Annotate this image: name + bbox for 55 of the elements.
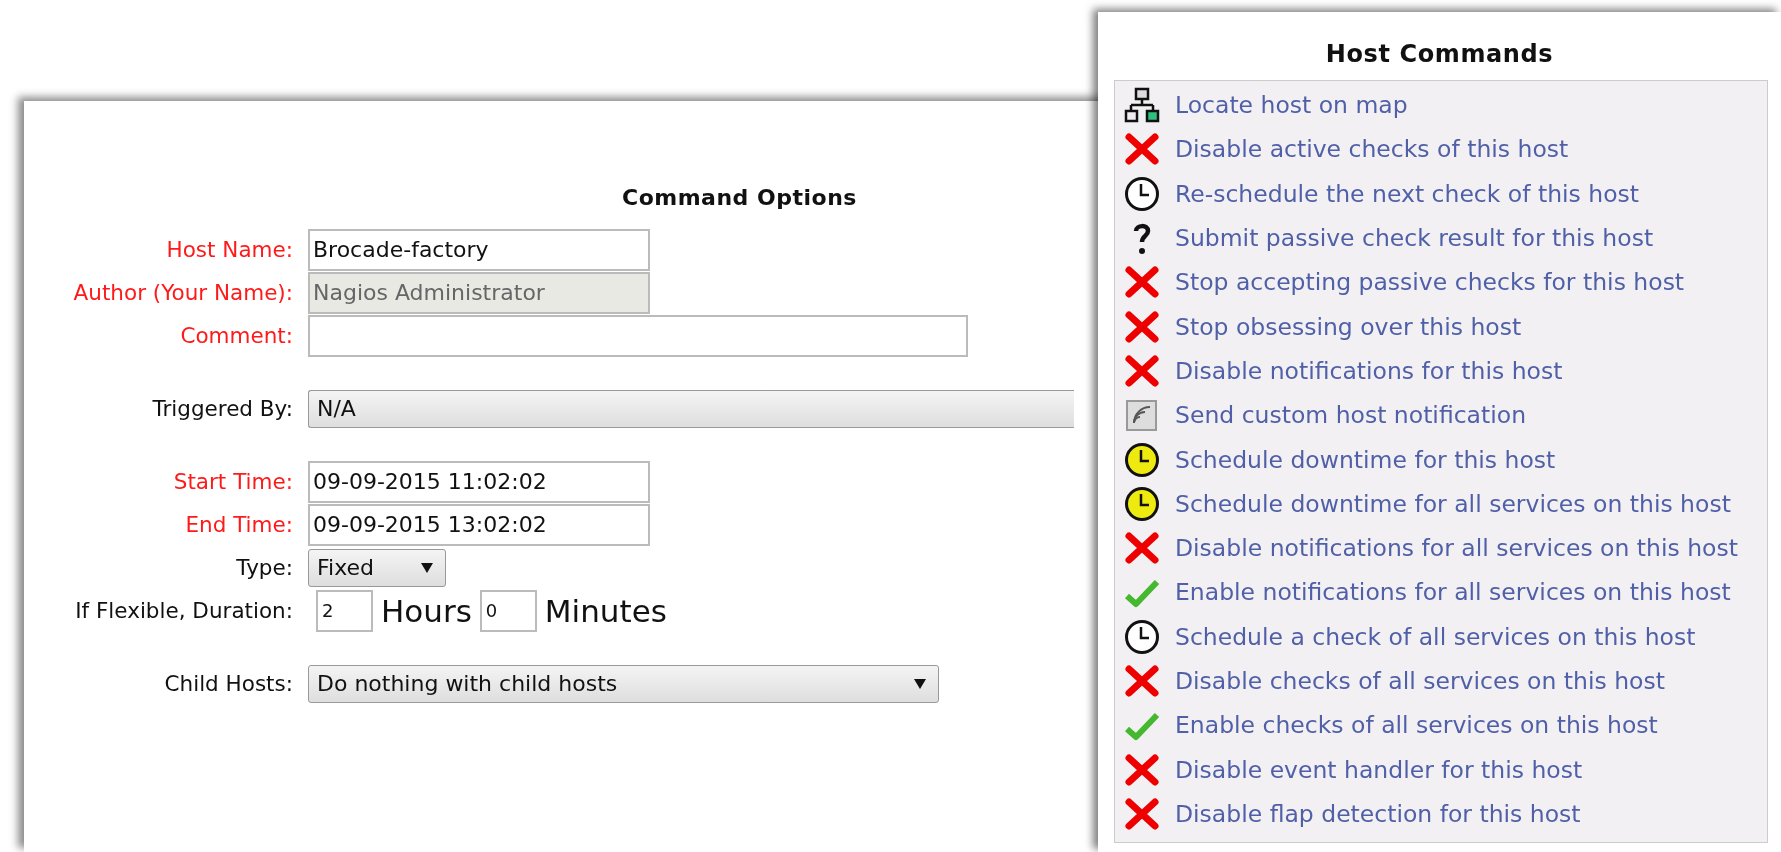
unit-label: Hours (381, 592, 472, 629)
input-field[interactable]: 0 (479, 589, 537, 632)
cross-icon (1124, 131, 1160, 168)
dropdown[interactable]: Fixed (308, 548, 446, 587)
signal-icon (1124, 397, 1160, 434)
cross-icon (1124, 530, 1160, 567)
cross-icon (1124, 308, 1160, 345)
field-label: End Time: (184, 512, 294, 537)
clock-icon (1124, 441, 1160, 478)
unit-label: Minutes (544, 592, 667, 629)
cross-icon (1124, 264, 1160, 301)
section-title: Command Options (622, 185, 857, 210)
command-link[interactable]: Stop obsessing over this host (1175, 312, 1522, 341)
field-label: Comment: (179, 323, 294, 348)
field-label: Start Time: (172, 469, 294, 494)
command-link[interactable]: Stop accepting passive checks for this host (1175, 268, 1685, 297)
network-icon (1124, 87, 1160, 124)
command-link[interactable]: Disable flap detection for this host (1175, 799, 1581, 828)
cross-icon (1124, 795, 1160, 832)
cross-icon (1124, 751, 1160, 788)
cross-icon (1124, 352, 1160, 389)
caret-icon (914, 678, 926, 689)
cross-icon (1124, 663, 1160, 699)
command-link[interactable]: Send custom host notification (1175, 401, 1527, 430)
command-link[interactable]: Schedule downtime for all services on this host (1175, 489, 1731, 518)
field-label: Triggered By: (151, 396, 294, 421)
command-link[interactable]: Locate host on map (1175, 91, 1408, 120)
command-link[interactable]: Disable active checks of this host (1175, 135, 1569, 164)
field-label: Child Hosts: (163, 671, 294, 696)
clock-icon (1124, 175, 1160, 212)
field-label: If Flexible, Duration: (74, 598, 294, 623)
caret-icon (421, 562, 433, 573)
clock-icon (1124, 485, 1160, 522)
input-field[interactable]: 09-09-2015 11:02:02 (308, 460, 650, 503)
input-field[interactable]: 09-09-2015 13:02:02 (308, 503, 650, 546)
command-link[interactable]: Disable event handler for this host (1175, 755, 1583, 784)
command-link[interactable]: Schedule a check of all services on this host (1175, 622, 1696, 651)
dropdown[interactable]: Do nothing with child hosts (308, 664, 939, 703)
command-link[interactable]: Enable checks of all services on this host (1175, 711, 1658, 740)
input-field[interactable]: Brocade-factory (308, 228, 650, 271)
command-link[interactable]: Disable notifications for all services on this host (1175, 534, 1738, 563)
panel-title: Host Commands (1324, 40, 1555, 68)
command-link[interactable]: Submit passive check result for this host (1175, 224, 1654, 253)
field-label: Author (Your Name): (72, 280, 294, 305)
dropdown[interactable]: N/A (308, 389, 1074, 428)
command-link[interactable]: Re-schedule the next check of this host (1175, 179, 1640, 208)
field-label: Host Name: (165, 237, 294, 262)
command-link[interactable]: Disable notifications for this host (1175, 356, 1563, 385)
command-link[interactable]: Schedule downtime for this host (1175, 445, 1556, 474)
input-field[interactable]: 2 (316, 589, 373, 632)
command-link[interactable]: Disable checks of all services on this host (1175, 667, 1665, 695)
command-link[interactable]: Enable notifications for all services on this host (1175, 578, 1731, 607)
field-label: Type: (235, 555, 294, 580)
clock-icon (1124, 618, 1160, 655)
input-field[interactable] (308, 314, 968, 357)
